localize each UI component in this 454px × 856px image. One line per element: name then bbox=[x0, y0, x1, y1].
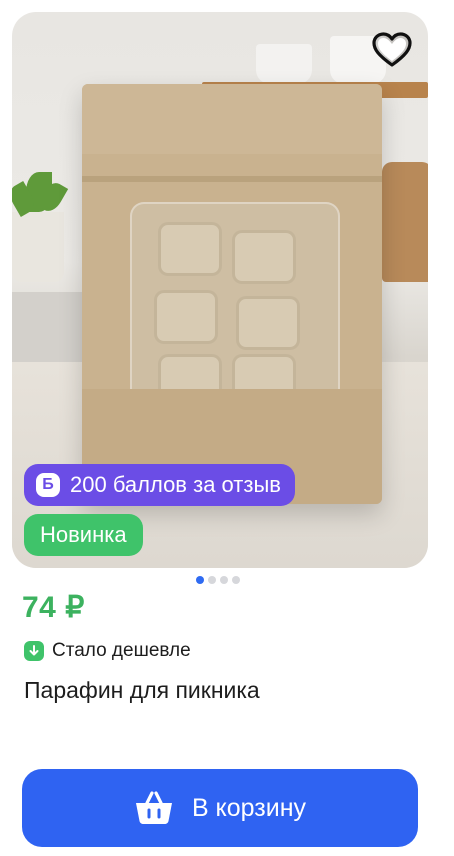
product-card[interactable]: Б 200 баллов за отзыв Новинка 74 ₽ Стало… bbox=[0, 0, 454, 856]
points-badge-label: 200 баллов за отзыв bbox=[70, 472, 281, 497]
add-to-cart-button[interactable]: В корзину bbox=[22, 769, 418, 847]
pagination-dot[interactable] bbox=[220, 576, 228, 584]
pagination-dot-active[interactable] bbox=[196, 576, 204, 584]
new-badge-label: Новинка bbox=[40, 522, 127, 547]
bag-window bbox=[130, 202, 340, 416]
arrow-down-icon bbox=[24, 641, 44, 661]
basket-icon bbox=[135, 791, 172, 824]
bonus-icon: Б bbox=[36, 473, 60, 497]
background-cup bbox=[256, 44, 312, 84]
favorite-button[interactable] bbox=[370, 28, 414, 72]
pagination-dot[interactable] bbox=[208, 576, 216, 584]
bag-zip bbox=[82, 176, 382, 182]
price-drop-note: Стало дешевле bbox=[24, 640, 191, 662]
image-pagination[interactable] bbox=[196, 576, 240, 584]
price-drop-label: Стало дешевле bbox=[52, 640, 191, 661]
background-plant bbox=[12, 172, 69, 282]
product-title[interactable]: Парафин для пикника bbox=[24, 677, 260, 704]
pagination-dot[interactable] bbox=[232, 576, 240, 584]
background-cutting-board bbox=[382, 162, 428, 282]
points-badge: Б 200 баллов за отзыв bbox=[24, 464, 295, 506]
heart-icon bbox=[372, 32, 412, 67]
add-to-cart-label: В корзину bbox=[191, 793, 307, 822]
product-bag bbox=[82, 84, 382, 504]
new-badge: Новинка bbox=[24, 514, 143, 556]
bag-top bbox=[82, 84, 382, 154]
price: 74 ₽ bbox=[22, 591, 85, 624]
